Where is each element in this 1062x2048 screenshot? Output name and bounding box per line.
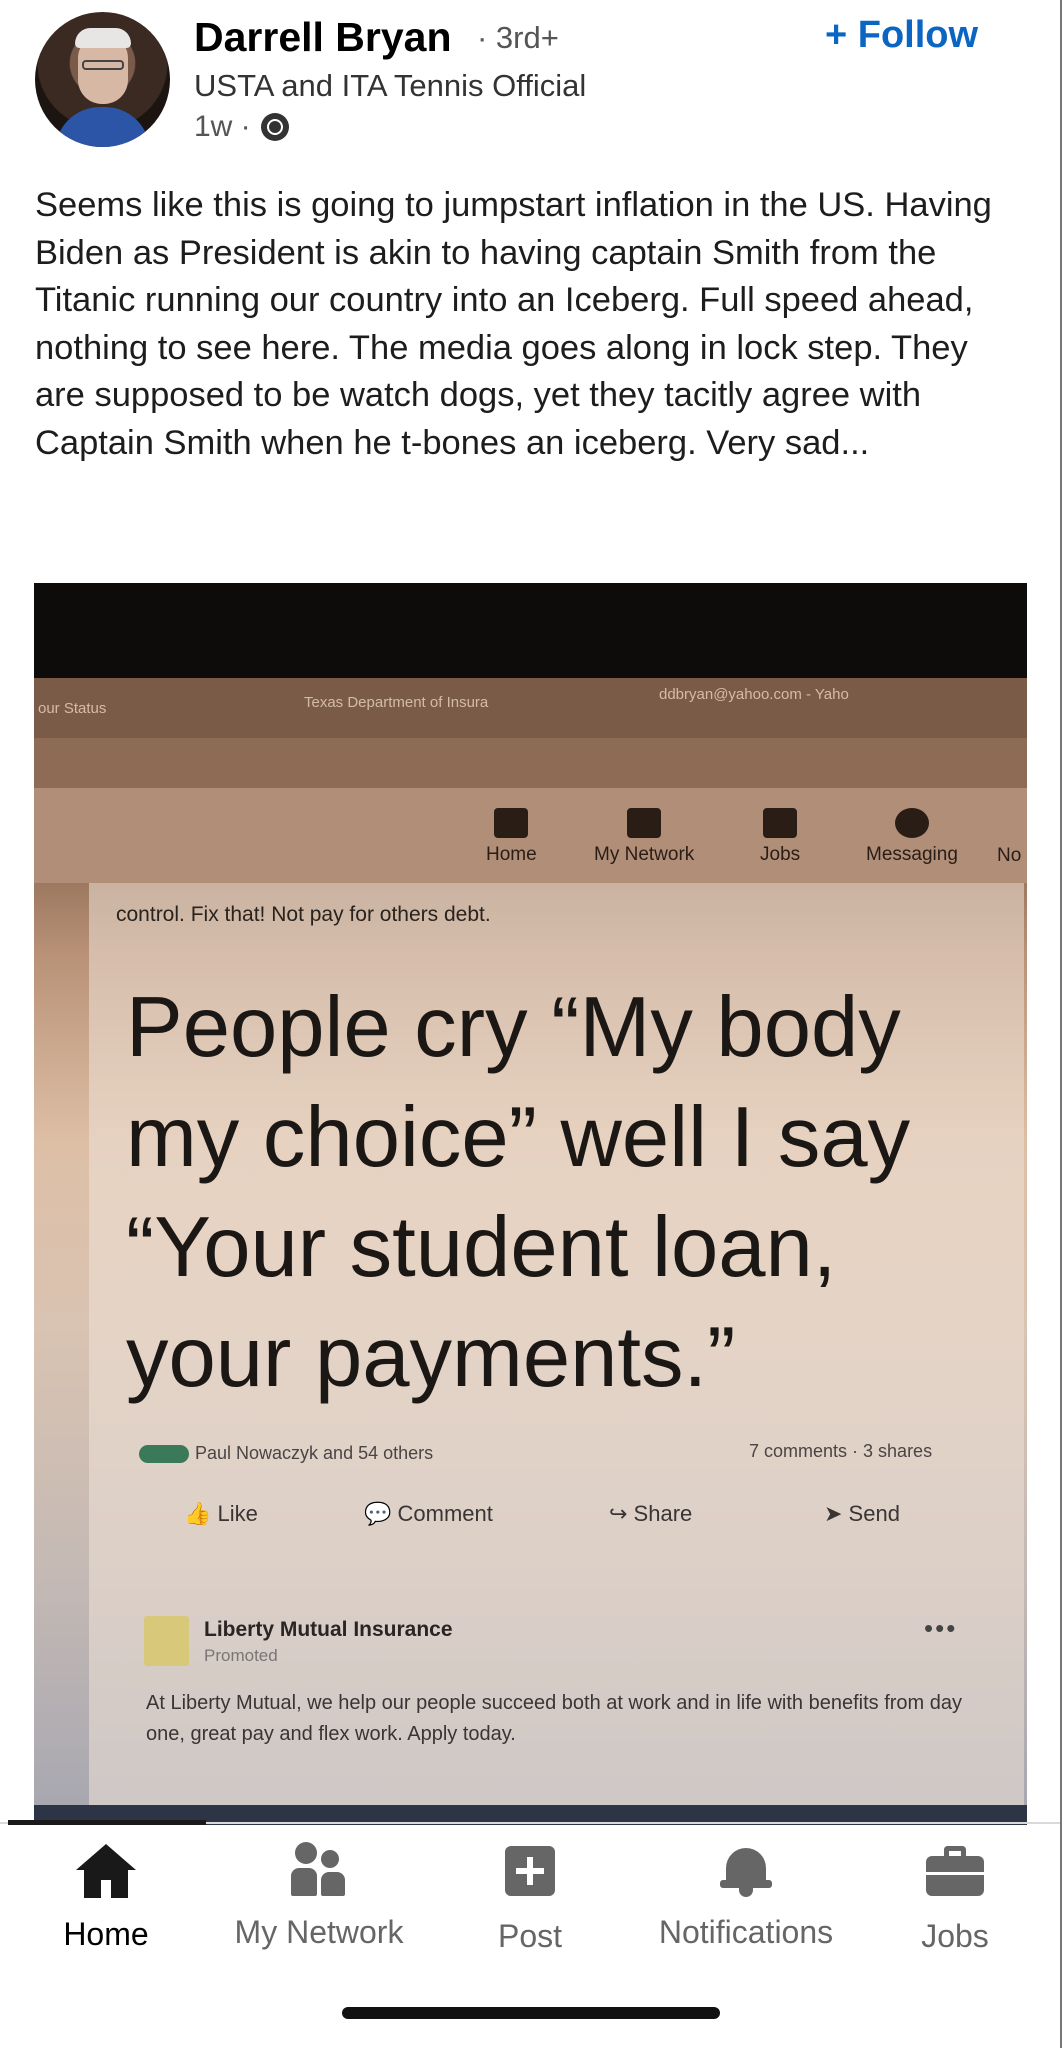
photo-nav-messaging: Messaging bbox=[866, 808, 958, 866]
photo-nav-notifications-label: No bbox=[997, 845, 1022, 866]
browser-tab-bar: our Status Texas Department of Insura dd… bbox=[34, 678, 1027, 738]
photo-snippet: control. Fix that! Not pay for others de… bbox=[116, 903, 491, 926]
people-icon bbox=[291, 1842, 347, 1898]
promo-logo bbox=[144, 1616, 189, 1666]
photo-nav-messaging-label: Messaging bbox=[866, 844, 958, 865]
photo-like-label: Like bbox=[217, 1501, 258, 1526]
tab-jobs[interactable]: Jobs bbox=[900, 1840, 1010, 1955]
plus-square-icon bbox=[505, 1846, 555, 1896]
tab-post[interactable]: Post bbox=[470, 1840, 590, 1955]
active-tab-indicator bbox=[8, 1820, 206, 1825]
photo-like: 👍 Like bbox=[184, 1501, 258, 1527]
like-icon: 👍 bbox=[184, 1501, 218, 1526]
tab-my-network-label: My Network bbox=[234, 1914, 404, 1950]
bell-icon bbox=[720, 1842, 772, 1898]
photo-nav-jobs: Jobs bbox=[760, 808, 800, 866]
tab-notifications-label: Notifications bbox=[658, 1914, 834, 1950]
tab-notifications[interactable]: Notifications bbox=[636, 1840, 856, 1951]
photo-nav-network: My Network bbox=[594, 808, 694, 866]
photo-nav-notifications: No bbox=[997, 845, 1021, 867]
follow-button[interactable]: + Follow bbox=[825, 14, 978, 57]
promo-name: Liberty Mutual Insurance bbox=[204, 1618, 453, 1641]
browser-tab-2: Texas Department of Insura bbox=[304, 694, 489, 711]
browser-tab-1: our Status bbox=[38, 700, 107, 717]
photo-send: ➤ Send bbox=[824, 1501, 900, 1527]
tab-home-label: Home bbox=[63, 1916, 149, 1952]
tab-jobs-label: Jobs bbox=[921, 1918, 989, 1954]
promo-text: At Liberty Mutual, we help our people su… bbox=[146, 1692, 963, 1745]
photo-nav-jobs-label: Jobs bbox=[760, 844, 801, 865]
connection-degree: · 3rd+ bbox=[477, 20, 559, 55]
share-icon: ↪ bbox=[609, 1501, 634, 1526]
photo-share-label: Share bbox=[633, 1501, 693, 1526]
comment-icon: 💬 bbox=[364, 1501, 398, 1526]
author-name[interactable]: Darrell Bryan bbox=[194, 14, 452, 61]
send-icon: ➤ bbox=[824, 1501, 849, 1526]
browser-tab-3: ddbryan@yahoo.com - Yaho bbox=[659, 686, 849, 703]
photo-nav-home: Home bbox=[486, 808, 537, 866]
photo-nav-network-label: My Network bbox=[594, 844, 695, 865]
post-time: 1w · bbox=[194, 110, 289, 144]
home-indicator[interactable] bbox=[342, 2007, 720, 2019]
promo-tag: Promoted bbox=[204, 1646, 278, 1665]
tab-home[interactable]: Home bbox=[46, 1840, 166, 1953]
photo-quote: People cry “My body my choice” well I sa… bbox=[126, 980, 911, 1405]
post-text[interactable]: Seems like this is going to jumpstart in… bbox=[35, 182, 1025, 467]
reactions-icon bbox=[139, 1445, 189, 1464]
photo-nav-home-label: Home bbox=[486, 844, 537, 865]
photo-reactions: Paul Nowaczyk and 54 others bbox=[139, 1443, 433, 1464]
briefcase-icon bbox=[926, 1846, 984, 1898]
tab-my-network[interactable]: My Network bbox=[214, 1840, 424, 1951]
home-icon bbox=[76, 1844, 136, 1898]
post-image[interactable]: our Status Texas Department of Insura dd… bbox=[34, 583, 1027, 1825]
photo-send-label: Send bbox=[848, 1501, 900, 1526]
globe-icon bbox=[260, 113, 289, 141]
photo-comment-label: Comment bbox=[397, 1501, 493, 1526]
author-avatar[interactable] bbox=[35, 12, 170, 147]
post-time-label: 1w · bbox=[194, 110, 251, 143]
photo-comment: 💬 Comment bbox=[364, 1501, 493, 1527]
browser-toolbar bbox=[34, 738, 1027, 788]
tab-post-label: Post bbox=[497, 1918, 563, 1954]
photo-counts: 7 comments · 3 shares bbox=[749, 1441, 933, 1461]
photo-reactions-text: Paul Nowaczyk and 54 others bbox=[195, 1443, 434, 1463]
monitor-bezel bbox=[34, 583, 1027, 678]
more-icon: ••• bbox=[924, 1613, 958, 1643]
bottom-nav: Home My Network Post Notifications Jobs bbox=[0, 1830, 1060, 1960]
author-headline: USTA and ITA Tennis Official bbox=[194, 68, 587, 103]
photo-share: ↪ Share bbox=[609, 1501, 692, 1527]
